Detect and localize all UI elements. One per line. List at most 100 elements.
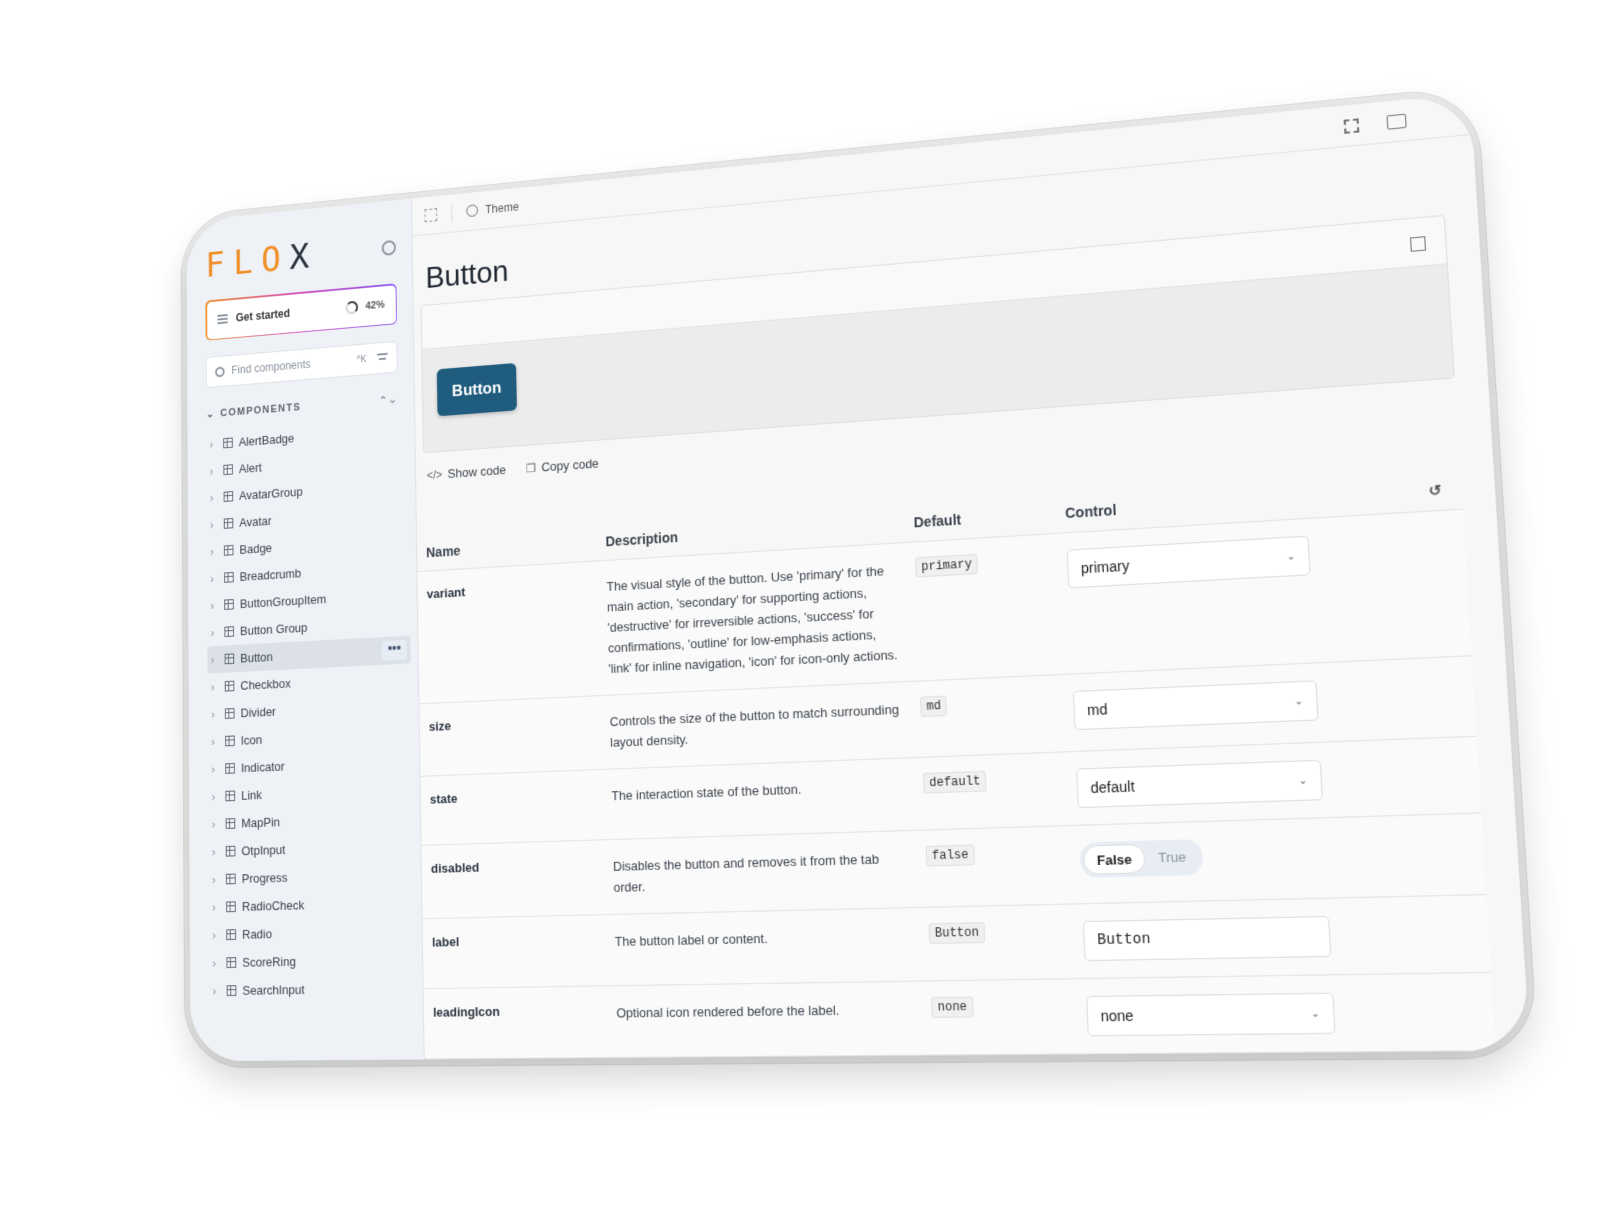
filter-icon[interactable] (377, 352, 388, 364)
chevron-right-icon[interactable]: › (210, 437, 220, 451)
sidebar-item-label: Breadcrumb (239, 565, 302, 584)
chevron-right-icon[interactable]: › (211, 598, 221, 612)
flox-logo[interactable]: FLOX (205, 234, 318, 285)
sidebar-item-label: AvatarGroup (239, 484, 303, 503)
component-icon (224, 708, 235, 719)
boolean-toggle[interactable]: False True (1079, 839, 1203, 879)
reset-icon[interactable]: ↺ (1428, 481, 1442, 500)
component-icon (224, 653, 235, 665)
sidebar-item-label: Badge (239, 540, 273, 557)
chevron-right-icon[interactable]: › (211, 653, 221, 666)
theme-icon (466, 204, 479, 218)
checklist-icon (216, 314, 228, 325)
logo-row: FLOX (205, 224, 396, 288)
prop-text-input[interactable]: Button (1082, 915, 1332, 962)
default-chip: primary (914, 553, 979, 578)
sidebar-item[interactable]: › SearchInput (209, 974, 406, 1005)
chevron-right-icon[interactable]: › (213, 984, 224, 998)
prop-select[interactable]: md ⌄ (1072, 680, 1319, 731)
prop-select[interactable]: primary ⌄ (1066, 535, 1311, 589)
component-icon (225, 762, 235, 774)
chevron-right-icon[interactable]: › (210, 571, 220, 585)
chevron-down-icon: ⌄ (1286, 550, 1296, 563)
chevron-right-icon[interactable]: › (211, 680, 221, 693)
chevron-right-icon[interactable]: › (212, 900, 223, 914)
chevron-right-icon[interactable]: › (210, 517, 220, 531)
chevron-right-icon[interactable]: › (212, 928, 223, 942)
component-icon (225, 873, 236, 885)
prop-description: Controls the size of the button to match… (599, 681, 913, 770)
prop-default: none (920, 978, 1079, 1056)
sidebar-item[interactable]: › Radio (209, 917, 406, 949)
prop-control: False True (1068, 812, 1487, 905)
component-icon (223, 491, 234, 502)
fullscreen-icon[interactable] (1343, 118, 1360, 134)
sidebar-item-label: Avatar (239, 513, 272, 530)
chevron-right-icon[interactable]: › (212, 956, 223, 970)
theme-toggle[interactable]: Theme (485, 200, 519, 216)
sidebar-item[interactable]: › RadioCheck (209, 888, 406, 921)
code-panel-icon[interactable] (1386, 113, 1407, 130)
sidebar: FLOX Get started 42% Find components ^K … (186, 198, 425, 1062)
gear-icon[interactable] (381, 239, 396, 256)
section-label: COMPONENTS (220, 401, 302, 420)
chevron-right-icon[interactable]: › (210, 464, 220, 477)
show-code-label: Show code (447, 462, 507, 481)
prop-description: The interaction state of the button. (601, 757, 915, 840)
sidebar-item-label: MapPin (241, 814, 281, 831)
search-icon (215, 366, 225, 377)
get-started-inner: Get started 42% (206, 284, 396, 340)
get-started-card[interactable]: Get started 42% (205, 283, 397, 341)
component-icon (223, 437, 233, 449)
props-body: variant The visual style of the button. U… (417, 509, 1496, 1059)
chevron-right-icon[interactable]: › (212, 872, 223, 886)
components-section-header[interactable]: ⌄ COMPONENTS ⌃⌄ (206, 393, 398, 420)
chevron-right-icon[interactable]: › (212, 817, 222, 830)
select-value: primary (1080, 557, 1130, 577)
copy-code-button[interactable]: ❐ Copy code (526, 455, 600, 528)
component-icon (224, 599, 234, 610)
frame-icon[interactable] (424, 207, 438, 223)
sidebar-item-label: Progress (241, 870, 288, 886)
sidebar-item-label: Icon (240, 732, 263, 748)
component-search[interactable]: Find components ^K (205, 340, 398, 389)
component-icon (224, 571, 234, 583)
prop-description: Optional icon rendered before the label. (606, 981, 924, 1058)
chevron-right-icon[interactable]: › (210, 544, 220, 558)
sidebar-item-label: Alert (238, 460, 262, 476)
demo-button[interactable]: Button (436, 362, 517, 416)
chevron-down-icon: ⌄ (1298, 774, 1308, 787)
default-chip: none (931, 996, 974, 1018)
component-icon (224, 680, 235, 692)
expand-collapse-icon[interactable]: ⌃⌄ (379, 393, 398, 407)
logo-text: FLO (205, 237, 290, 286)
chevron-right-icon[interactable]: › (210, 491, 220, 504)
logo-x: X (289, 234, 318, 278)
search-input[interactable]: Find components (231, 354, 356, 376)
prop-select[interactable]: none ⌄ (1086, 992, 1336, 1037)
sidebar-item-label: Button (240, 649, 273, 666)
toggle-false[interactable]: False (1082, 843, 1147, 875)
main-content: Theme Button Button </> Show code ❐ Copy… (411, 92, 1531, 1060)
code-icon: </> (426, 467, 443, 482)
chevron-right-icon[interactable]: › (211, 626, 221, 639)
more-options-button[interactable]: ••• (381, 639, 408, 662)
chevron-right-icon[interactable]: › (211, 762, 221, 775)
chevron-right-icon[interactable]: › (212, 790, 222, 803)
component-list: › AlertBadge › Alert › AvatarGroup › Avatar › Bad… (206, 417, 411, 1005)
toggle-true[interactable]: True (1145, 842, 1200, 873)
prop-control: Button (1071, 894, 1492, 979)
toolbar-divider (451, 203, 453, 223)
chevron-right-icon[interactable]: › (211, 707, 221, 721)
prop-name: leadingIcon (423, 985, 608, 1059)
sidebar-item[interactable]: › ScoreRing (209, 945, 406, 977)
sidebar-item-label: Divider (240, 704, 276, 721)
prop-select[interactable]: default ⌄ (1076, 759, 1323, 809)
prop-name: disabled (421, 839, 605, 919)
prop-description: The visual style of the button. Use 'pri… (596, 542, 910, 696)
show-code-button[interactable]: </> Show code (427, 462, 507, 535)
chevron-right-icon[interactable]: › (212, 845, 223, 858)
sidebar-item-label: Checkbox (240, 676, 291, 693)
open-external-icon[interactable] (1409, 236, 1427, 252)
chevron-right-icon[interactable]: › (211, 735, 221, 748)
